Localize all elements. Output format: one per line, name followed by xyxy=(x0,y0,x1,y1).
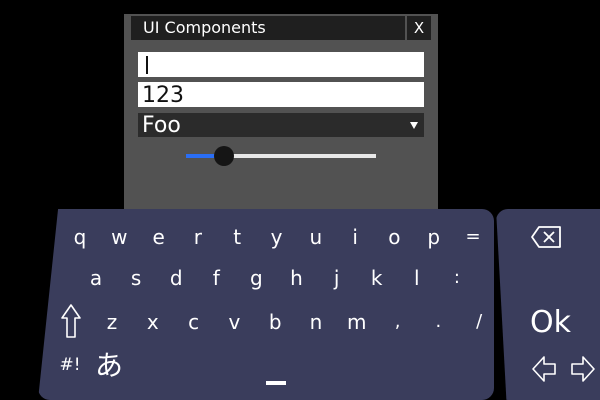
key-1-8[interactable]: l xyxy=(401,263,433,293)
slider[interactable] xyxy=(186,145,376,167)
key-0-1[interactable]: w xyxy=(103,222,135,252)
key-1-6[interactable]: j xyxy=(321,263,353,293)
key-1-5[interactable]: h xyxy=(281,263,313,293)
text-caret xyxy=(146,56,148,74)
backspace-key[interactable] xyxy=(530,225,562,249)
key-0-8[interactable]: o xyxy=(378,222,410,252)
slider-thumb[interactable] xyxy=(214,146,234,166)
cursor-left-key[interactable] xyxy=(531,353,557,385)
close-button[interactable]: X xyxy=(407,16,431,40)
key-2-4[interactable]: b xyxy=(259,307,291,337)
ok-key[interactable]: Ok xyxy=(530,305,588,341)
shift-key[interactable] xyxy=(60,303,82,339)
key-0-4[interactable]: t xyxy=(221,222,253,252)
key-1-9[interactable]: : xyxy=(441,263,473,293)
key-1-2[interactable]: d xyxy=(160,263,192,293)
key-2-1[interactable]: x xyxy=(137,307,169,337)
key-0-0[interactable]: q xyxy=(64,222,96,252)
space-key[interactable] xyxy=(266,381,286,385)
shift-arrow-icon xyxy=(61,304,81,338)
dropdown-select[interactable]: Foo xyxy=(138,113,424,138)
key-2-2[interactable]: c xyxy=(178,307,210,337)
arrow-right-icon xyxy=(571,356,595,382)
key-0-3[interactable]: r xyxy=(182,222,214,252)
key-0-5[interactable]: y xyxy=(261,222,293,252)
cursor-right-key[interactable] xyxy=(570,353,596,385)
key-2-6[interactable]: m xyxy=(341,307,373,337)
key-1-1[interactable]: s xyxy=(120,263,152,293)
key-2-8[interactable]: . xyxy=(422,307,454,337)
panel-title: UI Components xyxy=(131,16,405,40)
chevron-down-icon xyxy=(410,122,418,129)
key-2-5[interactable]: n xyxy=(300,307,332,337)
key-0-9[interactable]: p xyxy=(418,222,450,252)
key-0-7[interactable]: i xyxy=(339,222,371,252)
key-2-9[interactable]: / xyxy=(463,307,495,337)
text-field-1[interactable] xyxy=(138,52,424,77)
symbols-key[interactable]: #! xyxy=(55,353,85,377)
backspace-icon xyxy=(531,226,561,248)
key-2-7[interactable]: , xyxy=(382,307,414,337)
dropdown-selected-value: Foo xyxy=(142,113,181,138)
key-1-7[interactable]: k xyxy=(361,263,393,293)
key-0-10[interactable]: = xyxy=(457,222,489,252)
key-2-3[interactable]: v xyxy=(218,307,250,337)
key-0-6[interactable]: u xyxy=(300,222,332,252)
key-2-0[interactable]: z xyxy=(96,307,128,337)
text-field-2-value: 123 xyxy=(142,83,184,108)
key-1-0[interactable]: a xyxy=(80,263,112,293)
key-1-4[interactable]: g xyxy=(240,263,272,293)
key-0-2[interactable]: e xyxy=(143,222,175,252)
key-1-3[interactable]: f xyxy=(200,263,232,293)
text-field-2[interactable]: 123 xyxy=(138,82,424,108)
arrow-left-icon xyxy=(532,356,556,382)
kana-key[interactable]: あ xyxy=(93,348,125,384)
